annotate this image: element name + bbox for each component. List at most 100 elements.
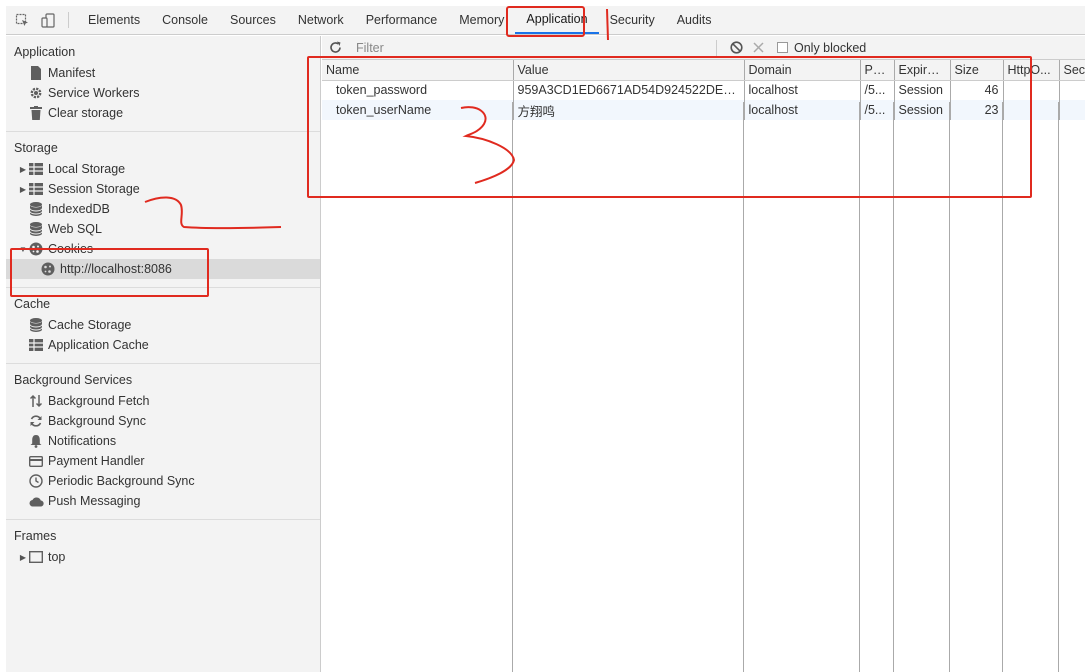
database-icon [28, 221, 44, 237]
cookie-expires-cell[interactable]: Session [894, 80, 951, 100]
sidebar-item-label: Background Sync [48, 414, 146, 428]
cookie-secure-cell[interactable] [1059, 80, 1085, 100]
sidebar-item-manifest[interactable]: Manifest [6, 63, 320, 83]
column-header-name[interactable]: Name [322, 60, 514, 81]
tab-memory[interactable]: Memory [448, 6, 515, 34]
sidebar-item-label: Background Fetch [48, 394, 150, 408]
column-divider [512, 102, 513, 672]
cookies-panel: Only blocked Name Value Domain Path Expi… [322, 36, 1085, 672]
cookie-icon [28, 241, 44, 257]
toolbar-divider [716, 39, 717, 56]
sidebar-item-label: Cache Storage [48, 318, 132, 332]
column-header-path[interactable]: Path [860, 60, 895, 81]
sidebar-item-cache-storage[interactable]: Cache Storage [6, 315, 320, 335]
cookie-icon [40, 261, 56, 277]
sidebar-item-cookies[interactable]: ▼ Cookies [6, 239, 320, 259]
sidebar-item-background-sync[interactable]: Background Sync [6, 411, 320, 431]
sidebar-item-notifications[interactable]: Notifications [6, 431, 320, 451]
frame-window-icon [28, 549, 44, 565]
cookies-table: Name Value Domain Path Expires... Size H… [322, 60, 1085, 120]
cookie-httponly-cell[interactable] [1003, 100, 1060, 120]
filter-input[interactable] [348, 38, 708, 57]
expand-triangle-icon[interactable]: ▶ [18, 553, 28, 562]
cookie-value-cell[interactable]: 959A3CD1ED6671AD54D924522DE336... [513, 80, 745, 100]
table-row[interactable]: token_userName 方翔鸣 localhost /5... Sessi… [322, 100, 1085, 120]
sidebar-item-local-storage[interactable]: ▶ Local Storage [6, 159, 320, 179]
tab-application[interactable]: Application [515, 6, 599, 34]
sidebar-item-indexeddb[interactable]: IndexedDB [6, 199, 320, 219]
delete-selected-icon[interactable] [747, 42, 769, 53]
column-header-size[interactable]: Size [950, 60, 1004, 81]
application-section: Application Manifest Service Workers Cle… [6, 41, 320, 132]
device-toolbar-icon[interactable] [38, 10, 58, 30]
cookie-value-cell[interactable]: 方翔鸣 [513, 100, 745, 120]
sidebar-item-cookie-origin[interactable]: http://localhost:8086 [6, 259, 320, 279]
gear-icon [28, 85, 44, 101]
table-header-row: Name Value Domain Path Expires... Size H… [322, 60, 1085, 81]
toolbar-divider [68, 12, 69, 28]
sidebar-item-label: Web SQL [48, 222, 102, 236]
table-row[interactable]: token_password 959A3CD1ED6671AD54D924522… [322, 80, 1085, 100]
column-header-domain[interactable]: Domain [744, 60, 861, 81]
sidebar-item-session-storage[interactable]: ▶ Session Storage [6, 179, 320, 199]
cookie-size-cell[interactable]: 23 [950, 100, 1004, 120]
cookie-size-cell[interactable]: 46 [950, 80, 1004, 100]
cookie-expires-cell[interactable]: Session [894, 100, 951, 120]
tab-audits[interactable]: Audits [666, 6, 723, 34]
sidebar-item-label: Application Cache [48, 338, 149, 352]
tab-performance[interactable]: Performance [355, 6, 449, 34]
column-divider [743, 102, 744, 672]
column-header-httponly[interactable]: HttpO... [1003, 60, 1060, 81]
column-divider [1002, 102, 1003, 672]
column-header-secure[interactable]: Sec [1059, 60, 1085, 81]
sidebar-item-clear-storage[interactable]: Clear storage [6, 103, 320, 123]
tab-elements[interactable]: Elements [77, 6, 151, 34]
sidebar-item-application-cache[interactable]: Application Cache [6, 335, 320, 355]
cookie-path-cell[interactable]: /5... [860, 80, 895, 100]
cookie-name-cell[interactable]: token_userName [322, 100, 514, 120]
tab-security[interactable]: Security [599, 6, 666, 34]
sidebar-item-frame-top[interactable]: ▶ top [6, 547, 320, 567]
sidebar-item-label: Local Storage [48, 162, 126, 176]
sidebar-item-label: Manifest [48, 66, 96, 80]
cookie-domain-cell[interactable]: localhost [744, 80, 861, 100]
cookie-path-cell[interactable]: /5... [860, 100, 895, 120]
clock-icon [28, 473, 44, 489]
fetch-arrows-icon [28, 393, 44, 409]
frames-section: Frames ▶ top [6, 525, 320, 575]
sidebar-item-periodic-background-sync[interactable]: Periodic Background Sync [6, 471, 320, 491]
sidebar-item-payment-handler[interactable]: Payment Handler [6, 451, 320, 471]
column-header-expires[interactable]: Expires... [894, 60, 951, 81]
sidebar-item-push-messaging[interactable]: Push Messaging [6, 491, 320, 511]
cookie-secure-cell[interactable] [1059, 100, 1085, 120]
only-blocked-checkbox[interactable] [777, 42, 788, 53]
grid-table-icon [28, 337, 44, 353]
refresh-icon[interactable] [322, 41, 348, 54]
cookie-domain-cell[interactable]: localhost [744, 100, 861, 120]
sidebar-item-label: Service Workers [48, 86, 140, 100]
grid-table-icon [28, 181, 44, 197]
expand-triangle-icon[interactable]: ▶ [18, 165, 28, 174]
cookie-name-cell[interactable]: token_password [322, 80, 514, 100]
sidebar-item-label: Cookies [48, 242, 94, 256]
sidebar-item-label: Notifications [48, 434, 117, 448]
expand-triangle-icon[interactable]: ▶ [18, 185, 28, 194]
clear-all-icon[interactable] [725, 41, 747, 54]
sidebar-item-background-fetch[interactable]: Background Fetch [6, 391, 320, 411]
inspect-element-icon[interactable] [12, 10, 32, 30]
column-header-value[interactable]: Value [513, 60, 745, 81]
sidebar-item-label: Push Messaging [48, 494, 141, 508]
sidebar-item-service-workers[interactable]: Service Workers [6, 83, 320, 103]
sidebar-item-label: http://localhost:8086 [60, 262, 172, 276]
collapse-triangle-icon[interactable]: ▼ [18, 245, 28, 254]
section-title-background-services: Background Services [14, 373, 133, 387]
tab-sources[interactable]: Sources [219, 6, 287, 34]
card-icon [28, 453, 44, 469]
sidebar-item-label: top [48, 550, 66, 564]
application-sidebar: Application Manifest Service Workers Cle… [6, 36, 321, 672]
sidebar-item-web-sql[interactable]: Web SQL [6, 219, 320, 239]
tab-console[interactable]: Console [151, 6, 219, 34]
cookie-httponly-cell[interactable] [1003, 80, 1060, 100]
panel-tabs: Elements Console Sources Network Perform… [77, 6, 722, 34]
tab-network[interactable]: Network [287, 6, 355, 34]
